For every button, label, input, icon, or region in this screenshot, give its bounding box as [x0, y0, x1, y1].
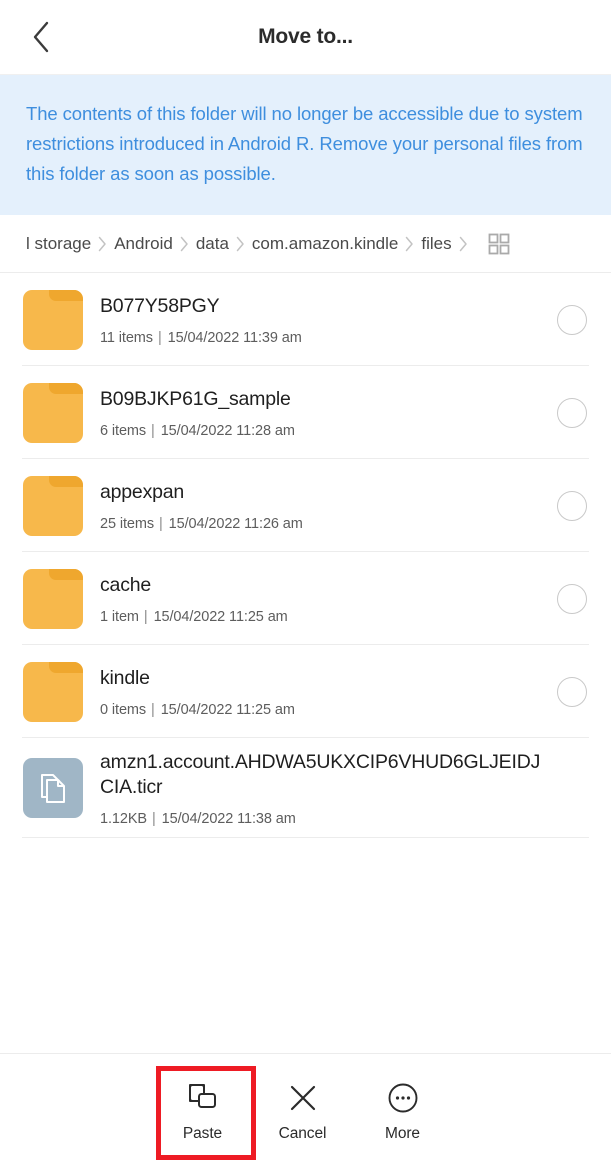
folder-icon — [22, 475, 84, 537]
file-meta: 1 item | 15/04/2022 11:25 am — [100, 609, 545, 625]
more-label: More — [385, 1125, 420, 1142]
table-row[interactable]: cache 1 item | 15/04/2022 11:25 am — [0, 552, 611, 645]
file-meta: 1.12KB | 15/04/2022 11:38 am — [100, 811, 545, 827]
paste-icon — [186, 1078, 220, 1118]
file-date: 15/04/2022 11:39 am — [167, 329, 302, 346]
select-radio[interactable] — [557, 397, 587, 428]
meta-separator: | — [143, 608, 148, 625]
folder-icon — [22, 289, 84, 351]
item-count: 11 items — [100, 329, 153, 346]
file-info: amzn1.account.AHDWA5UKXCIP6VHUD6GLJEIDJC… — [100, 750, 557, 827]
file-date: 15/04/2022 11:26 am — [168, 515, 303, 532]
file-name: B077Y58PGY — [100, 294, 220, 317]
page-title: Move to... — [258, 25, 353, 48]
select-radio-placeholder — [557, 773, 587, 803]
grid-view-icon[interactable] — [485, 230, 513, 258]
breadcrumb-item-0[interactable]: l storage — [26, 234, 91, 254]
breadcrumb-separator — [459, 236, 468, 252]
app-header: Move to... — [0, 0, 611, 75]
file-name: cache — [100, 573, 152, 596]
file-date: 15/04/2022 11:28 am — [160, 422, 295, 439]
paste-button[interactable]: Paste — [153, 1064, 253, 1158]
table-row[interactable]: amzn1.account.AHDWA5UKXCIP6VHUD6GLJEIDJC… — [0, 738, 611, 838]
file-name: B09BJKP61G_sample — [100, 387, 291, 410]
table-row[interactable]: B09BJKP61G_sample 6 items | 15/04/2022 11:… — [0, 366, 611, 459]
item-count: 1 item — [100, 608, 139, 625]
item-count: 6 items — [100, 422, 147, 439]
meta-separator: | — [151, 422, 155, 439]
file-info: appexpan 25 items | 15/04/2022 11:26 am — [100, 480, 557, 532]
breadcrumb-separator — [405, 236, 414, 252]
select-radio[interactable] — [557, 583, 587, 614]
table-row[interactable]: appexpan 25 items | 15/04/2022 11:26 am — [0, 459, 611, 552]
folder-icon — [22, 568, 84, 630]
file-manager-screen: Move to... The contents of this folder w… — [0, 0, 611, 1167]
folder-icon — [22, 661, 84, 723]
document-icon — [22, 757, 84, 819]
breadcrumb-separator — [180, 236, 189, 252]
file-date: 15/04/2022 11:25 am — [160, 701, 295, 718]
bottom-toolbar: Paste Cancel More — [0, 1053, 611, 1167]
table-row[interactable]: kindle 0 items | 15/04/2022 11:25 am — [0, 645, 611, 738]
breadcrumb-separator — [236, 236, 245, 252]
breadcrumb-item-3[interactable]: com.amazon.kindle — [252, 234, 398, 254]
file-name: amzn1.account.AHDWA5UKXCIP6VHUD6GLJEIDJC… — [100, 750, 541, 798]
breadcrumb-separator — [98, 236, 107, 252]
select-radio[interactable] — [557, 676, 587, 707]
more-button[interactable]: More — [353, 1064, 453, 1158]
item-count: 0 items — [100, 701, 147, 718]
paste-label: Paste — [182, 1125, 223, 1142]
cancel-label: Cancel — [278, 1125, 327, 1142]
file-name: appexpan — [100, 480, 185, 503]
select-radio[interactable] — [557, 304, 587, 335]
meta-separator: | — [151, 701, 155, 718]
breadcrumb-item-4[interactable]: files — [421, 234, 451, 254]
item-count: 25 items — [100, 515, 154, 532]
meta-separator: | — [159, 515, 163, 532]
warning-banner-text: The contents of this folder will no long… — [26, 103, 583, 184]
breadcrumb-item-2[interactable]: data — [196, 234, 229, 254]
file-list: B077Y58PGY 11 items | 15/04/2022 11:39 am … — [0, 273, 611, 1053]
back-button[interactable] — [18, 14, 64, 60]
more-circle-icon — [387, 1078, 419, 1118]
select-radio[interactable] — [557, 490, 587, 521]
cancel-button[interactable]: Cancel — [253, 1064, 353, 1158]
file-meta: 6 items | 15/04/2022 11:28 am — [100, 423, 545, 439]
file-meta: 25 items | 15/04/2022 11:26 am — [100, 516, 545, 532]
file-info: B09BJKP61G_sample 6 items | 15/04/2022 11:… — [100, 387, 557, 439]
file-info: B077Y58PGY 11 items | 15/04/2022 11:39 am — [100, 294, 557, 346]
close-icon — [287, 1078, 319, 1118]
file-date: 15/04/2022 11:38 am — [161, 810, 296, 827]
warning-banner: The contents of this folder will no long… — [0, 75, 611, 215]
breadcrumb: l storage Android data com.amazon.kindle… — [0, 215, 611, 273]
breadcrumb-item-1[interactable]: Android — [114, 234, 173, 254]
meta-separator: | — [157, 329, 162, 346]
file-info: kindle 0 items | 15/04/2022 11:25 am — [100, 666, 557, 718]
file-size: 1.12KB — [100, 810, 147, 827]
file-date: 15/04/2022 11:25 am — [153, 608, 288, 625]
chevron-left-icon — [30, 20, 52, 54]
file-meta: 11 items | 15/04/2022 11:39 am — [100, 330, 545, 346]
folder-icon — [22, 382, 84, 444]
file-meta: 0 items | 15/04/2022 11:25 am — [100, 702, 545, 718]
meta-separator: | — [151, 810, 156, 827]
file-info: cache 1 item | 15/04/2022 11:25 am — [100, 573, 557, 625]
table-row[interactable]: B077Y58PGY 11 items | 15/04/2022 11:39 am — [0, 273, 611, 366]
file-name: kindle — [100, 666, 150, 689]
